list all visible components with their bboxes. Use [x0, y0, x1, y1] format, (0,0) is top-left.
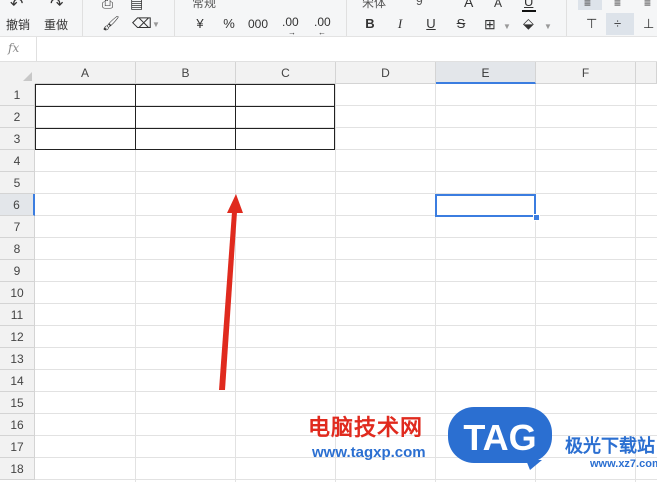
font-color-bar: [522, 10, 536, 12]
undo-icon[interactable]: ↶: [10, 0, 23, 13]
align-left-icon: ≡: [584, 0, 592, 10]
font-size-select[interactable]: 9: [416, 0, 423, 8]
toolbar: ↶ 撤销 ↷ 重做 ⎙ ▤ 🖌 ⌫ ▼ 常规 ¥ % 000 .00 → .00…: [0, 0, 657, 37]
align-top-icon[interactable]: ⊤: [586, 17, 597, 31]
arrow-left-icon: ←: [318, 28, 326, 37]
bold-button[interactable]: B: [361, 16, 379, 31]
font-name-select[interactable]: 宋体: [362, 0, 386, 11]
arrow-right-icon: →: [288, 28, 296, 37]
formula-bar: fx: [0, 37, 657, 62]
align-middle-icon: ÷: [614, 16, 622, 31]
thousands-separator-button[interactable]: 000: [248, 17, 268, 31]
font-shrink-button[interactable]: A: [494, 0, 502, 10]
eraser-dropdown-icon[interactable]: ▼: [152, 18, 160, 32]
align-right-icon[interactable]: ≡: [644, 0, 651, 10]
border-dropdown-icon[interactable]: ▼: [503, 20, 511, 34]
tag-logo: TAG: [448, 407, 552, 470]
arrow-head: [227, 194, 243, 213]
number-format-select[interactable]: 常规: [192, 0, 216, 11]
arrow-shaft: [219, 212, 237, 390]
border-icon[interactable]: ⊞: [484, 17, 496, 31]
currency-button[interactable]: ¥: [191, 16, 209, 31]
watermark-site-cn: 极光下载站: [565, 436, 655, 457]
format-painter-icon[interactable]: 🖌: [102, 16, 120, 30]
font-grow-button[interactable]: A: [464, 0, 473, 10]
align-bottom-icon[interactable]: ⊥: [643, 17, 654, 31]
formula-input[interactable]: [36, 37, 657, 61]
fill-color-icon[interactable]: ⬙: [523, 16, 534, 30]
fill-dropdown-icon[interactable]: ▼: [544, 20, 552, 34]
fx-icon: fx: [8, 41, 20, 55]
align-center-icon[interactable]: ≡: [614, 0, 621, 10]
undo-button[interactable]: 撤销: [6, 16, 30, 33]
print-icon[interactable]: ⎙: [102, 0, 113, 10]
font-color-button[interactable]: U: [524, 0, 533, 9]
italic-button[interactable]: I: [391, 16, 409, 32]
underline-button[interactable]: U: [422, 16, 440, 31]
redo-button[interactable]: 重做: [44, 16, 68, 33]
eraser-icon[interactable]: ⌫: [132, 16, 152, 30]
toolbar-divider: [566, 0, 567, 36]
strikethrough-button[interactable]: S: [452, 16, 470, 31]
toolbar-divider: [82, 0, 83, 36]
paste-icon[interactable]: ▤: [130, 0, 143, 10]
tag-logo-text: TAG: [463, 417, 536, 458]
percent-button[interactable]: %: [220, 16, 238, 31]
redo-icon[interactable]: ↷: [50, 0, 63, 13]
watermark-site-url: www.xz7.com: [590, 458, 657, 470]
toolbar-divider: [174, 0, 175, 36]
toolbar-divider: [346, 0, 347, 36]
watermark-url: www.tagxp.com: [312, 444, 426, 461]
watermark-cn-text: 电脑技术网: [308, 416, 424, 441]
